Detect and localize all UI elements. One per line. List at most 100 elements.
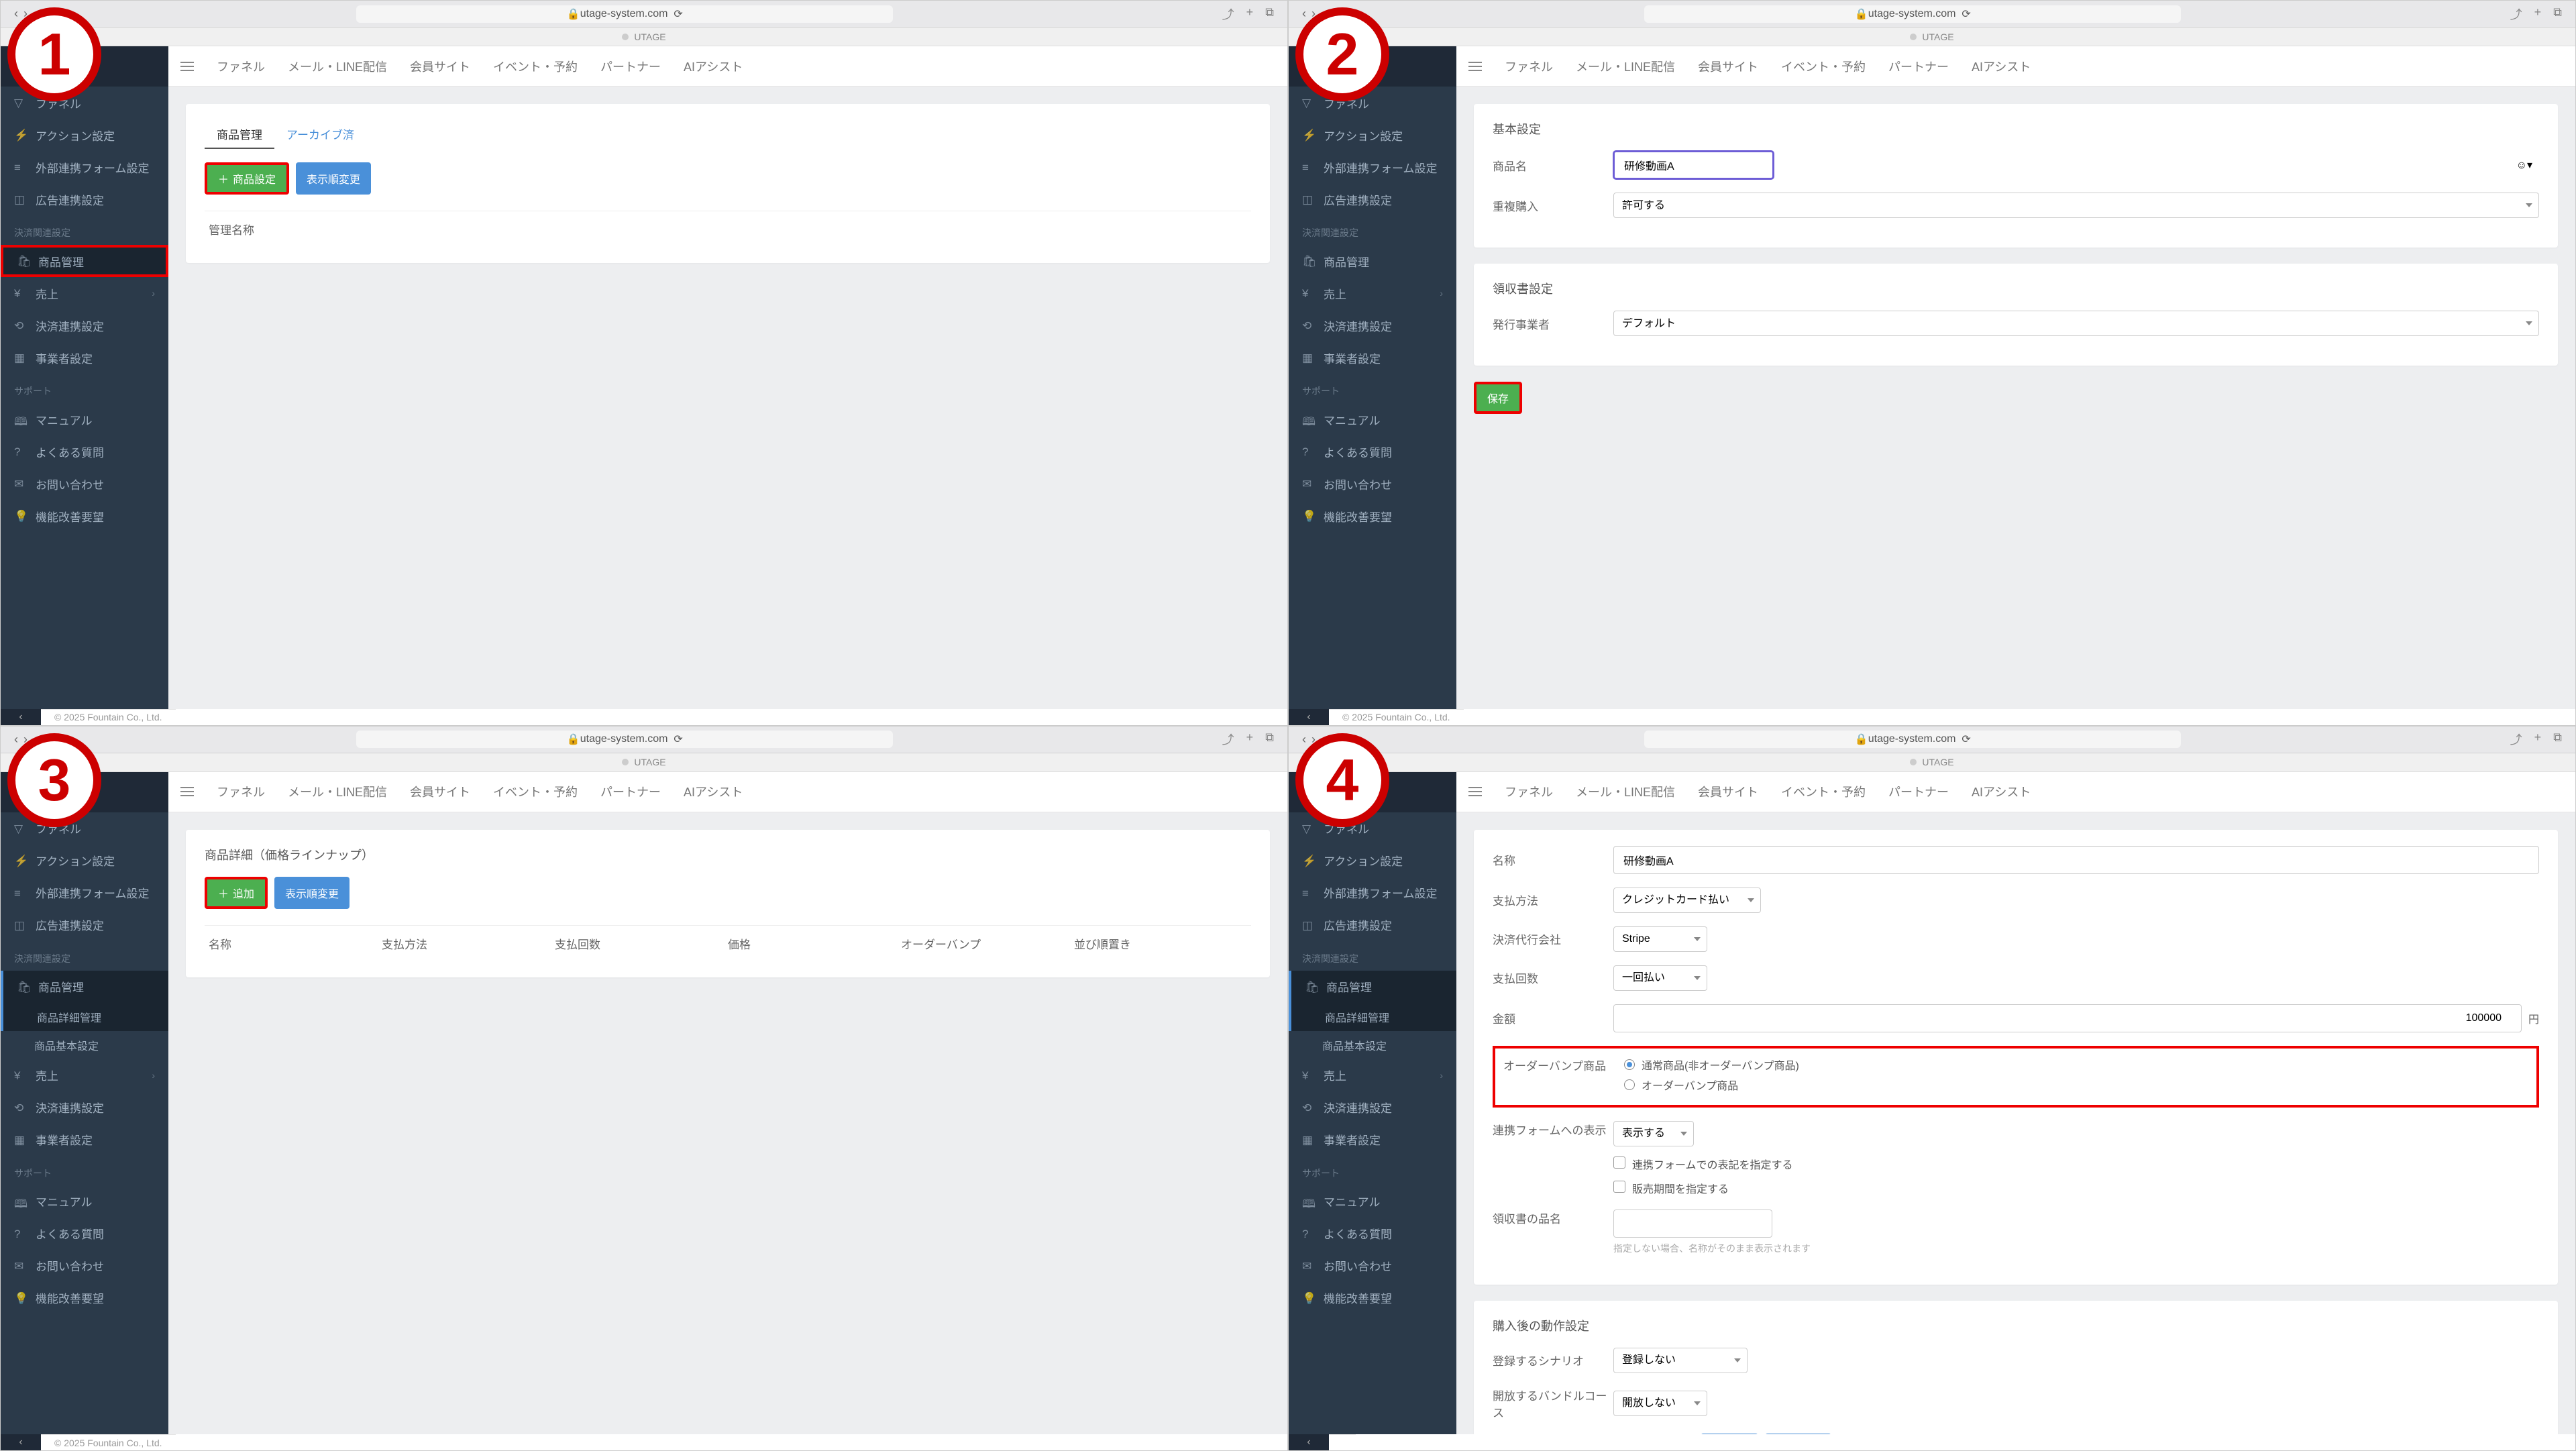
sidebar-item-faq[interactable]: ?よくある質問: [1, 1218, 168, 1250]
select-bundle[interactable]: 開放しない: [1613, 1391, 1707, 1416]
plus-icon[interactable]: +: [1246, 731, 1254, 748]
sidebar-item-ad[interactable]: ◫広告連携設定: [1, 183, 168, 215]
select-action[interactable]: 実行しない: [1613, 1434, 1694, 1435]
select-multi[interactable]: 許可する: [1613, 193, 2539, 218]
save-button[interactable]: 保存: [1474, 382, 1522, 414]
url-bar[interactable]: 🔒 utage-system.com ⟳: [1644, 731, 2181, 748]
reset-button[interactable]: ⟳ 再読込: [1765, 1434, 1831, 1435]
menu-toggle[interactable]: [1468, 787, 1482, 796]
sidebar-item-form[interactable]: ≡外部連携フォーム設定: [1289, 151, 1456, 183]
sidebar-item-form[interactable]: ≡外部連携フォーム設定: [1, 877, 168, 909]
select-form-disp[interactable]: 表示する: [1613, 1121, 1694, 1146]
sidebar-item-biz[interactable]: ▦事業者設定: [1289, 341, 1456, 374]
sidebar-item-manual[interactable]: 🕮マニュアル: [1289, 403, 1456, 435]
nav-member[interactable]: 会員サイト: [410, 58, 470, 75]
sidebar-item-faq[interactable]: ?よくある質問: [1, 435, 168, 468]
nav-mail[interactable]: メール・LINE配信: [288, 58, 387, 75]
collapse-sidebar[interactable]: ‹: [1, 709, 41, 725]
sidebar-item-manual[interactable]: 🕮マニュアル: [1289, 1185, 1456, 1218]
sidebar-sub-detail[interactable]: 商品詳細管理: [1, 1003, 168, 1031]
sidebar-item-action[interactable]: ⚡アクション設定: [1289, 119, 1456, 151]
nav-partner[interactable]: パートナー: [1888, 783, 1949, 800]
sidebar-item-products[interactable]: 🛍商品管理: [1, 245, 168, 277]
radio-bump[interactable]: オーダーバンプ商品: [1624, 1077, 1799, 1093]
nav-ai[interactable]: AIアシスト: [684, 58, 743, 75]
tabs-icon[interactable]: ⧉: [1265, 731, 1274, 748]
sidebar-item-sales[interactable]: ¥売上›: [1, 1059, 168, 1091]
input-amount[interactable]: [1613, 1004, 2522, 1032]
nav-member[interactable]: 会員サイト: [410, 783, 470, 800]
input-receipt[interactable]: [1613, 1210, 1772, 1238]
tabs-icon[interactable]: ⧉: [1265, 5, 1274, 23]
sidebar-item-ad[interactable]: ◫広告連携設定: [1289, 183, 1456, 215]
sidebar-item-manual[interactable]: 🕮マニュアル: [1, 403, 168, 435]
nav-funnel[interactable]: ファネル: [1505, 783, 1553, 800]
url-bar[interactable]: 🔒 utage-system.com ⟳: [356, 5, 893, 23]
nav-funnel[interactable]: ファネル: [1505, 58, 1553, 75]
nav-event[interactable]: イベント・予約: [1781, 783, 1866, 800]
sidebar-item-manual[interactable]: 🕮マニュアル: [1, 1185, 168, 1218]
plus-icon[interactable]: +: [2534, 5, 2542, 23]
url-bar[interactable]: 🔒 utage-system.com ⟳: [356, 731, 893, 748]
select-issuer[interactable]: デフォルト: [1613, 311, 2539, 336]
sidebar-item-faq[interactable]: ?よくある質問: [1289, 1218, 1456, 1250]
nav-partner[interactable]: パートナー: [600, 58, 661, 75]
menu-toggle[interactable]: [180, 62, 194, 71]
select-times[interactable]: 一回払い: [1613, 965, 1707, 991]
nav-event[interactable]: イベント・予約: [493, 58, 578, 75]
sidebar-item-products[interactable]: 🛍商品管理: [1, 971, 168, 1003]
add-button[interactable]: ＋ 追加: [205, 877, 268, 909]
add-product-button[interactable]: ＋ 商品設定: [205, 162, 289, 195]
sidebar-sub-detail[interactable]: 商品詳細管理: [1289, 1003, 1456, 1031]
emoji-picker-icon[interactable]: ☺▾: [2516, 158, 2532, 172]
plus-icon[interactable]: +: [1246, 5, 1254, 23]
radio-normal[interactable]: 通常商品(非オーダーバンプ商品): [1624, 1057, 1799, 1073]
sidebar-item-faq[interactable]: ?よくある質問: [1289, 435, 1456, 468]
sidebar-item-feedback[interactable]: 💡機能改善要望: [1289, 500, 1456, 532]
nav-event[interactable]: イベント・予約: [493, 783, 578, 800]
collapse-sidebar[interactable]: ‹: [1289, 1434, 1329, 1450]
nav-partner[interactable]: パートナー: [1888, 58, 1949, 75]
nav-ai[interactable]: AIアシスト: [684, 783, 743, 800]
sidebar-item-paylink[interactable]: ⟲決済連携設定: [1, 1091, 168, 1124]
menu-toggle[interactable]: [1468, 62, 1482, 71]
nav-event[interactable]: イベント・予約: [1781, 58, 1866, 75]
input-product-name[interactable]: [1613, 151, 1774, 179]
select-pay[interactable]: クレジットカード払い: [1613, 888, 1761, 913]
sort-button[interactable]: 表示順変更: [296, 162, 371, 195]
nav-funnel[interactable]: ファネル: [217, 783, 265, 800]
checkbox-period[interactable]: 販売期間を指定する: [1613, 1184, 1729, 1195]
sidebar-item-paylink[interactable]: ⟲決済連携設定: [1289, 1091, 1456, 1124]
share-icon[interactable]: ⤴: [1222, 731, 1234, 748]
sidebar-item-biz[interactable]: ▦事業者設定: [1, 1124, 168, 1156]
sidebar-item-contact[interactable]: ✉お問い合わせ: [1, 468, 168, 500]
sidebar-item-sales[interactable]: ¥売上›: [1289, 277, 1456, 309]
sidebar-item-products[interactable]: 🛍商品管理: [1289, 971, 1456, 1003]
tab-archived[interactable]: アーカイブ済: [274, 120, 366, 149]
collapse-sidebar[interactable]: ‹: [1289, 709, 1329, 725]
sidebar-item-contact[interactable]: ✉お問い合わせ: [1289, 1250, 1456, 1282]
sidebar-item-paylink[interactable]: ⟲決済連携設定: [1289, 309, 1456, 341]
plus-icon[interactable]: +: [2534, 731, 2542, 748]
nav-partner[interactable]: パートナー: [600, 783, 661, 800]
sidebar-item-action[interactable]: ⚡アクション設定: [1, 119, 168, 151]
checkbox-form-label[interactable]: 連携フォームでの表記を指定する: [1613, 1160, 1793, 1171]
sidebar-item-paylink[interactable]: ⟲決済連携設定: [1, 309, 168, 341]
sidebar-sub-basic[interactable]: 商品基本設定: [1, 1031, 168, 1059]
sidebar-item-form[interactable]: ≡外部連携フォーム設定: [1289, 877, 1456, 909]
sidebar-item-feedback[interactable]: 💡機能改善要望: [1, 1282, 168, 1314]
share-icon[interactable]: ⤴: [2510, 5, 2522, 23]
sidebar-item-action[interactable]: ⚡アクション設定: [1289, 845, 1456, 877]
sidebar-item-feedback[interactable]: 💡機能改善要望: [1289, 1282, 1456, 1314]
back-icon[interactable]: ‹: [14, 7, 18, 21]
nav-ai[interactable]: AIアシスト: [1972, 58, 2031, 75]
menu-toggle[interactable]: [180, 787, 194, 796]
nav-mail[interactable]: メール・LINE配信: [1576, 783, 1675, 800]
nav-funnel[interactable]: ファネル: [217, 58, 265, 75]
share-icon[interactable]: ⤴: [1222, 5, 1234, 23]
sidebar-item-products[interactable]: 🛍商品管理: [1289, 245, 1456, 277]
back-icon[interactable]: ‹: [1302, 733, 1306, 747]
select-scenario[interactable]: 登録しない: [1613, 1348, 1748, 1373]
sidebar-item-form[interactable]: ≡外部連携フォーム設定: [1, 151, 168, 183]
sidebar-item-sales[interactable]: ¥売上›: [1, 277, 168, 309]
